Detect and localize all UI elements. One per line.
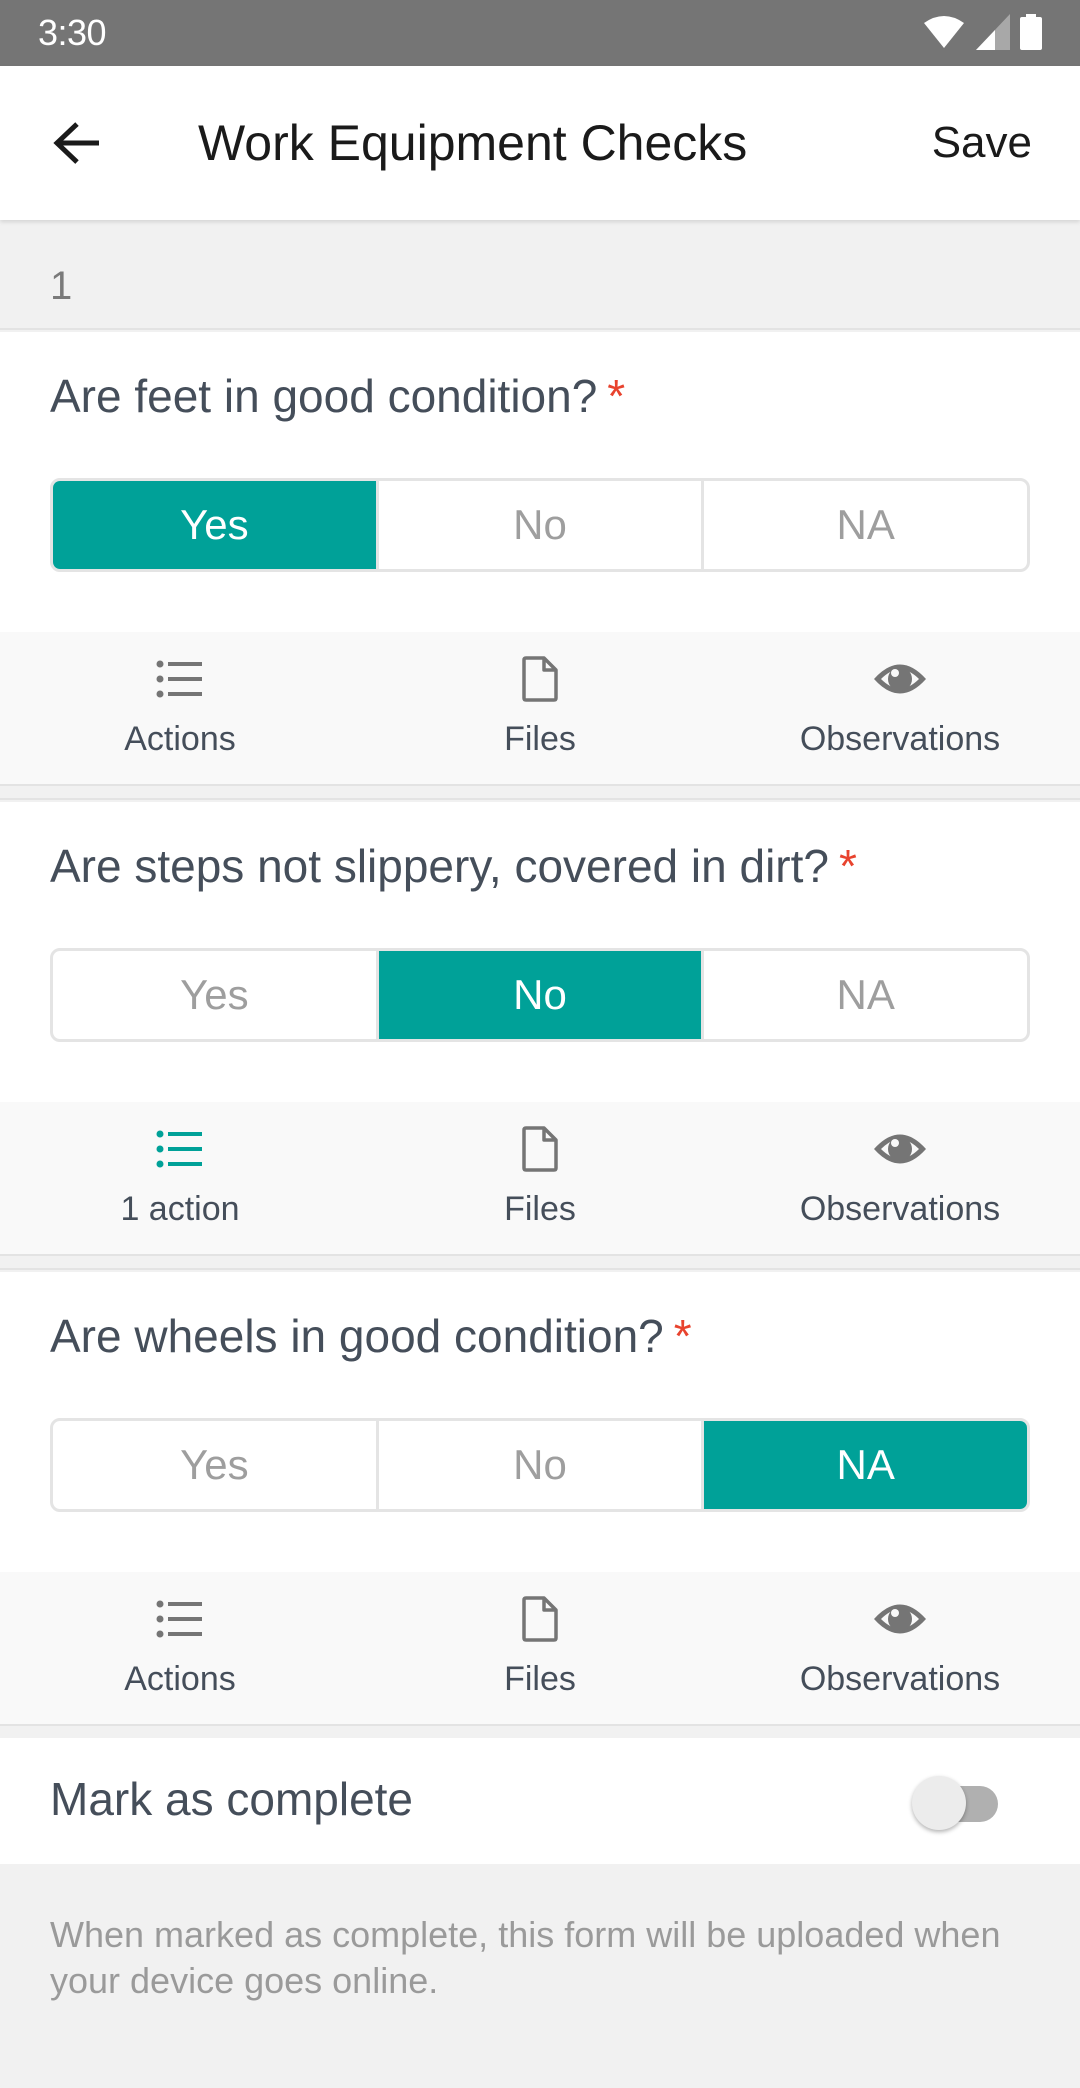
file-icon bbox=[390, 1126, 690, 1172]
required-marker: * bbox=[673, 1310, 692, 1362]
answer-segmented-control: Yes No NA bbox=[50, 478, 1030, 572]
question-tools: Actions Files Observations bbox=[0, 632, 1080, 786]
status-time: 3:30 bbox=[38, 12, 107, 53]
eye-icon bbox=[750, 656, 1050, 702]
eye-icon bbox=[750, 1596, 1050, 1642]
question-card: Are steps not slippery, covered in dirt?… bbox=[0, 802, 1080, 1270]
wifi-icon bbox=[924, 16, 964, 48]
mark-complete-toggle[interactable] bbox=[912, 1774, 1002, 1830]
answer-option-yes[interactable]: Yes bbox=[53, 481, 376, 569]
status-icons bbox=[922, 14, 1042, 50]
card-separator bbox=[0, 786, 1080, 800]
tool-label: Actions bbox=[124, 720, 236, 758]
toggle-thumb bbox=[912, 1776, 966, 1830]
question-card: Are feet in good condition? * Yes No NA Actio… bbox=[0, 332, 1080, 800]
tool-file[interactable]: Files bbox=[390, 1102, 690, 1254]
required-marker: * bbox=[607, 370, 626, 422]
question-label: Are steps not slippery, covered in dirt? bbox=[50, 840, 829, 892]
tool-label: Actions bbox=[124, 1660, 236, 1698]
section-number: 1 bbox=[50, 264, 73, 308]
cell-signal-icon bbox=[976, 14, 1010, 50]
list-icon bbox=[30, 656, 330, 702]
answer-segmented-control: Yes No NA bbox=[50, 948, 1030, 1042]
answer-option-no[interactable]: No bbox=[375, 951, 702, 1039]
required-marker: * bbox=[838, 840, 857, 892]
tool-eye[interactable]: Observations bbox=[750, 1572, 1050, 1724]
tool-file[interactable]: Files bbox=[390, 632, 690, 784]
back-button[interactable] bbox=[48, 114, 106, 172]
mark-complete-label: Mark as complete bbox=[50, 1773, 414, 1825]
mark-complete-row: Mark as complete bbox=[0, 1738, 1080, 1864]
list-icon bbox=[30, 1596, 330, 1642]
answer-option-yes[interactable]: Yes bbox=[53, 951, 376, 1039]
question-label: Are wheels in good condition? bbox=[50, 1310, 664, 1362]
answer-segmented-control: Yes No NA bbox=[50, 1418, 1030, 1512]
answer-option-no[interactable]: No bbox=[375, 1421, 702, 1509]
question-card: Are wheels in good condition? * Yes No NA Act… bbox=[0, 1272, 1080, 1740]
arrow-left-icon bbox=[53, 122, 99, 164]
answer-option-yes[interactable]: Yes bbox=[53, 1421, 376, 1509]
tool-label: Files bbox=[504, 720, 576, 758]
tool-label: Files bbox=[504, 1660, 576, 1698]
status-bar: 3:30 bbox=[0, 0, 1080, 66]
question-tools: Actions Files Observations bbox=[0, 1572, 1080, 1726]
complete-help-text: When marked as complete, this form will … bbox=[50, 1914, 1001, 2001]
answer-option-no[interactable]: No bbox=[375, 481, 702, 569]
answer-option-na[interactable]: NA bbox=[701, 951, 1027, 1039]
save-button[interactable]: Save bbox=[932, 118, 1032, 168]
file-icon bbox=[390, 1596, 690, 1642]
question-tools: 1 action Files Observations bbox=[0, 1102, 1080, 1256]
tool-label: Files bbox=[504, 1190, 576, 1228]
tool-eye[interactable]: Observations bbox=[750, 1102, 1050, 1254]
tool-list[interactable]: 1 action bbox=[30, 1102, 330, 1254]
tool-list[interactable]: Actions bbox=[30, 632, 330, 784]
page-title: Work Equipment Checks bbox=[198, 115, 748, 171]
question-text: Are wheels in good condition? * bbox=[50, 1308, 692, 1364]
tool-label: Observations bbox=[799, 1190, 1001, 1228]
app-bar: Work Equipment Checks Save bbox=[0, 66, 1080, 220]
tool-file[interactable]: Files bbox=[390, 1572, 690, 1724]
question-text: Are steps not slippery, covered in dirt?… bbox=[50, 838, 857, 894]
file-icon bbox=[390, 656, 690, 702]
tool-eye[interactable]: Observations bbox=[750, 632, 1050, 784]
tool-label: Observations bbox=[799, 1660, 1001, 1698]
card-separator bbox=[0, 1256, 1080, 1270]
battery-icon bbox=[1020, 14, 1042, 50]
answer-option-na[interactable]: NA bbox=[701, 481, 1027, 569]
answer-option-na[interactable]: NA bbox=[701, 1421, 1027, 1509]
tool-label: Observations bbox=[799, 720, 1001, 758]
section-header: 1 bbox=[0, 220, 1080, 330]
eye-icon bbox=[750, 1126, 1050, 1172]
tool-label: 1 action bbox=[120, 1190, 240, 1228]
question-label: Are feet in good condition? bbox=[50, 370, 598, 422]
question-text: Are feet in good condition? * bbox=[50, 368, 625, 424]
tool-list[interactable]: Actions bbox=[30, 1572, 330, 1724]
list-icon bbox=[30, 1126, 330, 1172]
